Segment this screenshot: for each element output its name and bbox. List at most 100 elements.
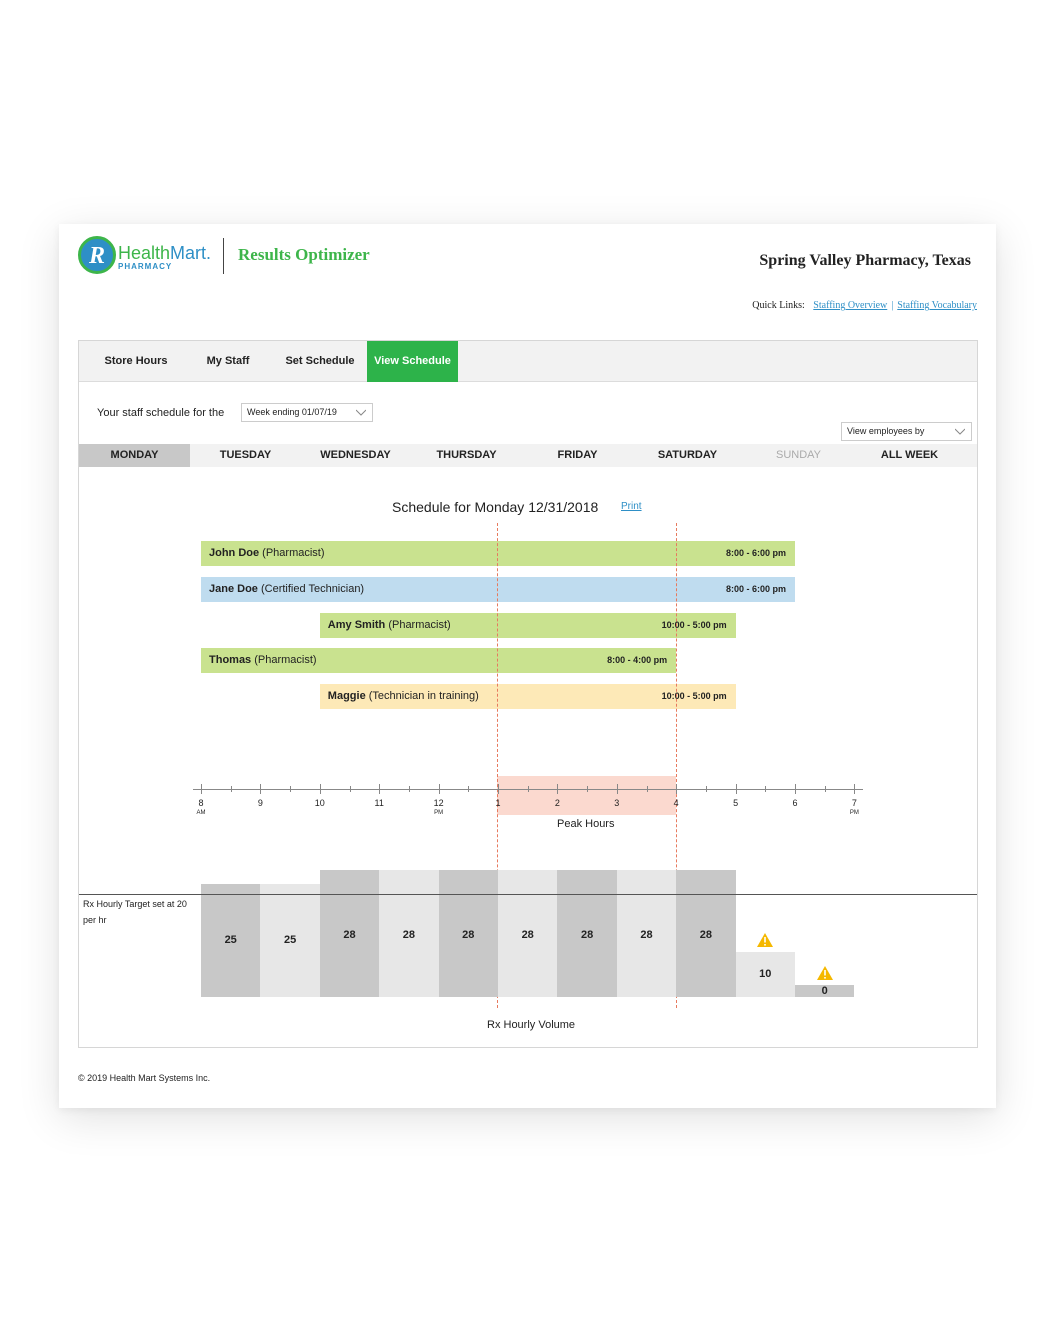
staffing-overview-link[interactable]: Staffing Overview (813, 300, 887, 311)
volume-value-label: 28 (402, 929, 415, 941)
tab-set-schedule[interactable]: Set Schedule (274, 341, 366, 382)
target-line (79, 894, 977, 895)
axis-minor-tick (468, 786, 470, 792)
tab-bar: Store Hours My Staff Set Schedule View S… (79, 341, 977, 382)
axis-major-tick (676, 784, 678, 794)
staffing-vocabulary-link[interactable]: Staffing Vocabulary (897, 300, 977, 311)
quick-links: Quick Links: Staffing Overview | Staffing … (752, 300, 977, 311)
day-tabs: MONDAY TUESDAY WEDNESDAY THURSDAY FRIDAY… (79, 444, 977, 467)
day-tab-sunday[interactable]: SUNDAY (743, 444, 854, 467)
axis-tick-label: 11 (374, 798, 384, 808)
axis-tick-label: 9 (257, 798, 263, 808)
volume-value-label: 28 (462, 929, 475, 941)
shift-bar[interactable]: Thomas (Pharmacist) 8:00 - 4:00 pm (201, 648, 677, 674)
quick-links-label: Quick Links: (752, 300, 805, 311)
axis-major-tick (260, 784, 262, 794)
axis-major-tick (438, 784, 440, 794)
volume-value-label: 10 (759, 967, 772, 980)
view-employees-value: View employees by (847, 426, 925, 436)
axis-major-tick (616, 784, 618, 794)
volume-value-label: 0 (821, 985, 828, 997)
volume-value-label: 28 (521, 929, 534, 941)
peak-hours-label: Peak Hours (557, 818, 615, 830)
view-employees-select[interactable]: View employees by (841, 422, 972, 441)
axis-major-tick (379, 784, 381, 794)
axis-major-tick (854, 784, 856, 794)
shift-bar[interactable]: Jane Doe (Certified Technician) 8:00 - 6:… (201, 576, 795, 602)
link-separator: | (891, 300, 894, 311)
shift-employee-name: Maggie (327, 690, 366, 703)
volume-value-label: 28 (343, 929, 356, 941)
day-tab-tuesday[interactable]: TUESDAY (190, 444, 301, 467)
logo-name-2: Mart. (170, 243, 212, 263)
axis-tick-label: 6 (792, 798, 798, 808)
store-name: Spring Valley Pharmacy, Texas (759, 252, 971, 269)
axis-tick-label: 5 (733, 798, 739, 808)
footer-copyright: © 2019 Health Mart Systems Inc. (78, 1073, 211, 1083)
shift-employee-role: (Pharmacist) (385, 618, 451, 631)
volume-value-label: 25 (224, 934, 237, 946)
product-name: Results Optimizer (238, 245, 370, 264)
axis-major-tick (498, 784, 499, 794)
axis-tick-label: 8 AM (186, 798, 216, 818)
volume-value-label: 28 (640, 929, 653, 941)
shift-employee-name: Amy Smith (327, 618, 386, 631)
axis-minor-tick (408, 786, 410, 792)
axis-major-tick (557, 784, 559, 794)
tab-store-hours[interactable]: Store Hours (79, 341, 193, 382)
shift-time: 8:00 - 6:00 pm (725, 583, 786, 594)
shift-employee-role: (Technician in training) (365, 690, 479, 703)
day-tab-all-week[interactable]: ALL WEEK (854, 444, 965, 467)
axis-major-tick (319, 784, 321, 794)
chevron-down-icon (356, 409, 366, 416)
day-tab-wednesday[interactable]: WEDNESDAY (300, 444, 411, 467)
day-tab-thursday[interactable]: THURSDAY (411, 444, 522, 467)
axis-tick-label: 7 PM (839, 798, 869, 818)
shift-bar[interactable]: Maggie (Technician in training) 10:00 - 5… (319, 684, 736, 710)
axis-tick-label: 2 (554, 798, 560, 808)
shift-time: 8:00 - 6:00 pm (725, 548, 786, 558)
healthmart-logo-icon: R (78, 236, 116, 274)
axis-tick-label: 3 (614, 798, 620, 808)
tab-my-staff[interactable]: My Staff (193, 341, 263, 382)
warning-icon (816, 966, 833, 980)
volume-value-label: 28 (580, 929, 594, 941)
shift-time: 8:00 - 4:00 pm (607, 655, 668, 666)
axis-minor-tick (349, 786, 351, 792)
shift-employee-name: John Doe (209, 547, 260, 559)
schedule-title: Schedule for Monday 12/31/2018 (392, 499, 599, 515)
shift-employee-role: (Certified Technician) (257, 582, 365, 595)
shift-employee-role: (Pharmacist) (251, 654, 317, 667)
axis-major-tick (735, 784, 737, 794)
day-tab-saturday[interactable]: SATURDAY (632, 444, 743, 467)
shift-bar[interactable]: John Doe (Pharmacist) 8:00 - 6:00 pm (201, 541, 795, 566)
axis-tick-label: 12 PM (424, 798, 454, 818)
day-tab-monday[interactable]: MONDAY (79, 444, 190, 467)
chevron-down-icon (955, 428, 965, 435)
axis-minor-tick (646, 786, 648, 792)
axis-minor-tick (527, 786, 529, 792)
axis-tick-period: PM (849, 810, 859, 816)
logo-letter: R (88, 243, 105, 269)
axis-minor-tick (290, 786, 292, 792)
volume-value-label: 25 (283, 934, 297, 946)
shift-employee-name: Jane Doe (209, 582, 258, 595)
axis-tick-label: 4 (673, 798, 679, 808)
day-tab-friday[interactable]: FRIDAY (522, 444, 633, 467)
print-link[interactable]: Print (621, 501, 642, 512)
axis-minor-tick (705, 786, 707, 792)
axis-tick-label: 10 (314, 798, 325, 808)
peak-hours-zone (497, 776, 676, 815)
axis-tick-period: PM (434, 810, 444, 816)
tab-view-schedule[interactable]: View Schedule (367, 341, 458, 382)
volume-value-label: 28 (699, 929, 712, 941)
axis-tick-period: AM (196, 810, 206, 816)
shift-employee-role: (Pharmacist) (259, 547, 325, 559)
logo-wordmark: HealthMart. (118, 243, 211, 264)
axis-minor-tick (765, 786, 767, 792)
axis-minor-tick (824, 786, 826, 792)
axis-major-tick (201, 784, 202, 794)
shift-bar[interactable]: Amy Smith (Pharmacist) 10:00 - 5:00 pm (319, 612, 736, 638)
week-select[interactable]: Week ending 01/07/19 (241, 403, 373, 422)
shift-employee-name: Thomas (209, 654, 252, 667)
